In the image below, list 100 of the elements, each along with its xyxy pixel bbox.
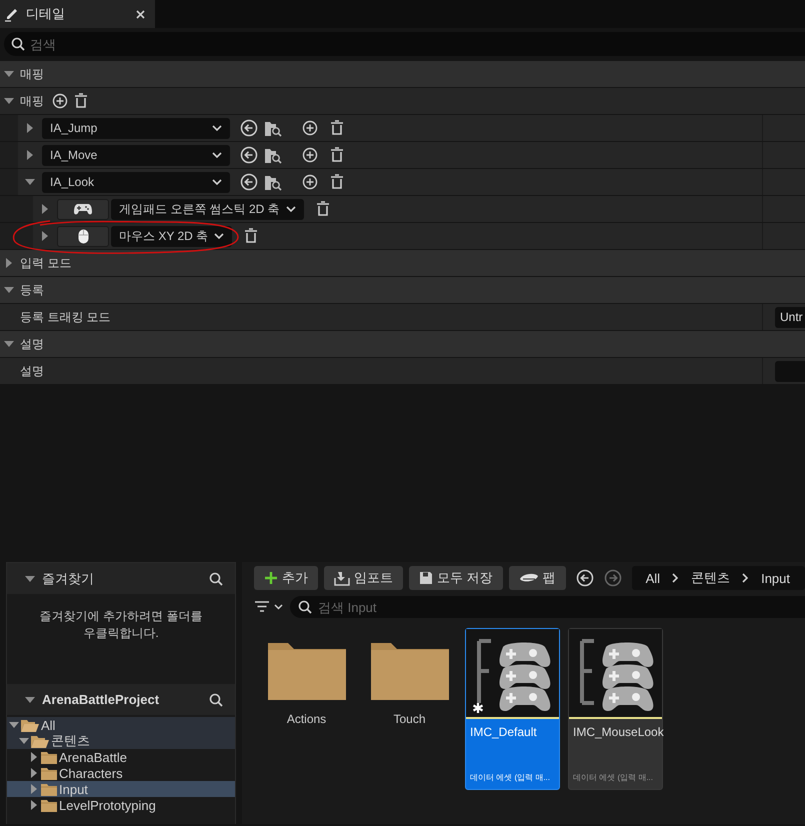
folder-tile[interactable]: Actions (259, 628, 354, 790)
trash-icon[interactable] (330, 147, 344, 163)
trash-icon[interactable] (316, 201, 330, 217)
close-icon[interactable] (136, 10, 145, 18)
add-icon[interactable] (52, 93, 68, 109)
pencil-icon (4, 6, 20, 22)
collapse-arrow-icon[interactable] (25, 694, 35, 704)
category-label: 설명 (20, 336, 44, 352)
expand-arrow-icon[interactable] (4, 258, 14, 268)
category-label: 등록 (20, 282, 44, 298)
toolbar-button[interactable]: 팹 (508, 566, 566, 590)
folder-icon (41, 782, 57, 796)
search-icon (209, 692, 223, 706)
expand-arrow-icon[interactable] (25, 150, 35, 160)
category-row[interactable]: 매핑 (0, 61, 805, 88)
folder-search-icon[interactable] (264, 146, 282, 164)
open-folder-icon (21, 718, 39, 732)
add-icon[interactable] (302, 174, 318, 190)
chevron-right-icon (672, 573, 680, 583)
collapse-arrow-icon[interactable] (4, 69, 14, 79)
folder-search-icon[interactable] (264, 119, 282, 137)
folder-tree-item[interactable]: All (7, 717, 235, 733)
folder-tree-item[interactable]: Characters (7, 765, 235, 781)
chevron-down-icon (212, 152, 222, 158)
expand-arrow-icon[interactable] (40, 204, 50, 214)
search-icon (11, 37, 25, 51)
collapse-arrow-icon[interactable] (25, 574, 35, 584)
expand-arrow-icon[interactable] (29, 768, 39, 778)
category-row[interactable]: 등록 (0, 277, 805, 304)
toolbar-button[interactable]: 추가 (254, 566, 318, 590)
folder-name: Actions (286, 712, 326, 726)
expand-arrow-icon[interactable] (40, 231, 50, 241)
category-label: 매핑 (20, 66, 44, 82)
trash-icon[interactable] (74, 93, 88, 109)
asset-tile[interactable]: IMC_MouseLook 데이터 에셋 (입력 매... (568, 628, 663, 790)
folder-icon (41, 750, 57, 764)
search-field[interactable]: 검색 Input (290, 596, 805, 618)
tab-title: 디테일 (26, 5, 66, 23)
value-field[interactable]: Untr (775, 306, 805, 328)
key-dropdown[interactable]: 게임패드 오른쪽 썸스틱 2D 축 (111, 198, 304, 220)
asset-name: IMC_MouseLook (572, 724, 662, 741)
arrow-left-circle-icon[interactable] (240, 173, 258, 191)
search-field[interactable]: 검색 (4, 32, 805, 56)
device-button[interactable] (57, 226, 109, 246)
asset-type: 데이터 에셋 (입력 매... (469, 772, 551, 784)
expand-arrow-icon[interactable] (25, 123, 35, 133)
folder-icon (370, 642, 448, 700)
breadcrumb-item[interactable]: 콘텐츠 (691, 569, 730, 587)
folder-tree-item[interactable]: ArenaBattle (7, 749, 235, 765)
trash-icon[interactable] (330, 174, 344, 190)
action-dropdown[interactable]: IA_Look (42, 172, 230, 192)
breadcrumb-item[interactable]: All (646, 570, 660, 586)
trash-icon[interactable] (244, 228, 258, 244)
search-icon (298, 600, 312, 614)
collapse-arrow-icon[interactable] (4, 96, 14, 106)
chevron-down-icon (212, 124, 222, 132)
mouse-icon (78, 228, 88, 244)
collapse-arrow-icon[interactable] (4, 285, 14, 295)
toolbar-button[interactable]: 모두 저장 (409, 566, 503, 590)
category-label: 입력 모드 (20, 254, 72, 272)
folder-tree-item[interactable]: 콘텐츠 (7, 733, 235, 749)
property-label: 등록 트래킹 모드 (20, 308, 111, 326)
folder-tree-item[interactable]: Input (7, 781, 235, 797)
folder-tree-item[interactable]: LevelPrototyping (7, 797, 235, 813)
expand-arrow-icon[interactable] (29, 784, 39, 794)
device-button[interactable] (57, 198, 109, 220)
property-label: 설명 (20, 362, 44, 380)
folder-tile[interactable]: Touch (362, 628, 457, 790)
folder-name: Touch (393, 712, 426, 726)
import-icon (334, 570, 350, 586)
filter-icon[interactable] (254, 601, 284, 613)
expand-arrow-icon[interactable] (29, 800, 39, 810)
folder-search-icon[interactable] (264, 173, 282, 191)
project-title: ArenaBattleProject (42, 692, 160, 707)
collapse-arrow-icon[interactable] (25, 177, 35, 187)
key-dropdown[interactable]: 마우스 XY 2D 축 (111, 226, 232, 246)
breadcrumb-item[interactable]: Input (761, 570, 790, 586)
arrow-left-circle-icon[interactable] (240, 146, 258, 164)
add-icon[interactable] (302, 120, 318, 136)
arrow-left-circle-icon[interactable] (240, 119, 258, 137)
marketplace-icon (518, 572, 539, 584)
trash-icon[interactable] (330, 120, 344, 136)
back-icon[interactable] (576, 569, 594, 587)
add-icon[interactable] (302, 147, 318, 163)
category-row[interactable]: 입력 모드 (0, 250, 805, 277)
array-label: 매핑 (20, 92, 44, 110)
chevron-right-icon (742, 573, 750, 583)
action-dropdown[interactable]: IA_Move (42, 144, 230, 166)
asset-type: 데이터 에셋 (입력 매... (572, 772, 654, 784)
collapse-arrow-icon[interactable] (19, 736, 29, 746)
favorites-header[interactable]: 즐겨찾기 (7, 563, 235, 594)
project-header[interactable]: ArenaBattleProject (7, 684, 235, 715)
collapse-arrow-icon[interactable] (4, 339, 14, 349)
asset-tile[interactable]: IMC_Default 데이터 에셋 (입력 매... (465, 628, 560, 790)
action-dropdown[interactable]: IA_Jump (42, 118, 230, 138)
expand-arrow-icon[interactable] (29, 752, 39, 762)
toolbar-button[interactable]: 임포트 (324, 566, 403, 590)
details-tab[interactable]: 디테일 (0, 0, 155, 28)
collapse-arrow-icon[interactable] (9, 720, 19, 730)
category-row[interactable]: 설명 (0, 331, 805, 358)
